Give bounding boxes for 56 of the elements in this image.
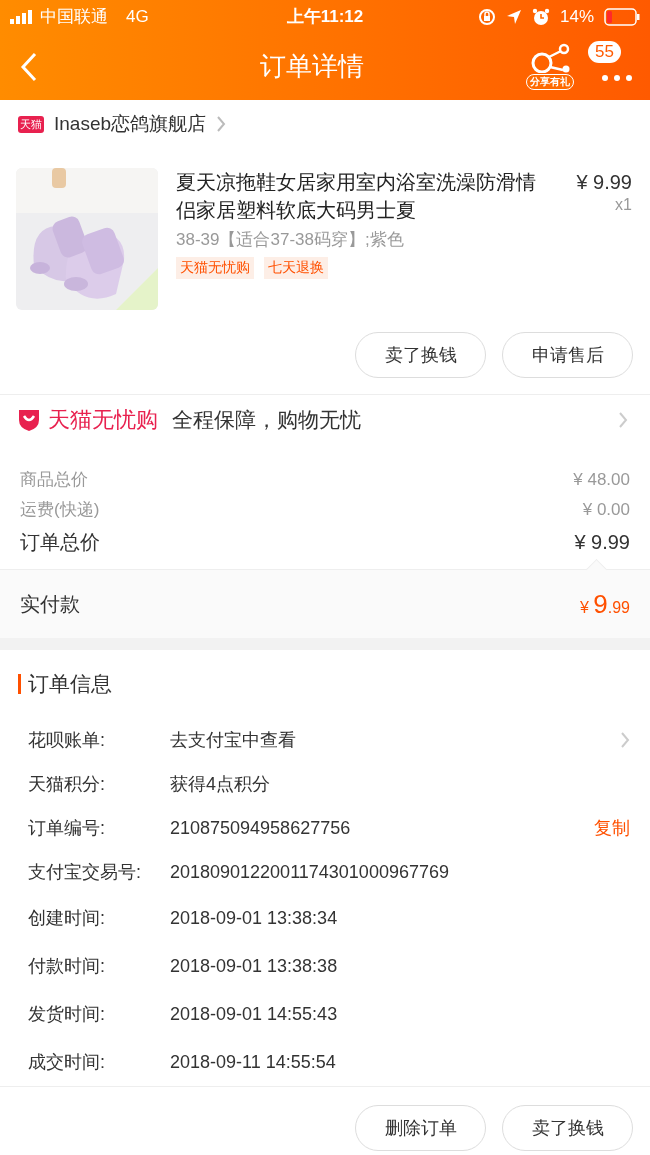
alarm-icon <box>531 7 550 26</box>
more-icon[interactable] <box>602 74 632 81</box>
paid-amount: ¥ 9.99 <box>579 588 630 620</box>
action-button[interactable]: 删除订单 <box>355 1105 486 1151</box>
shield-icon <box>18 408 40 432</box>
action-button[interactable]: 申请售后 <box>502 332 633 378</box>
service-tag: 天猫无忧购 <box>176 257 254 279</box>
info-value: 2018-09-01 13:38:34 <box>170 907 339 929</box>
action-button[interactable]: 卖了换钱 <box>502 1105 633 1151</box>
service-tag: 七天退换 <box>264 257 328 279</box>
page-title: 订单详情 <box>259 50 365 83</box>
chevron-right-icon <box>618 411 628 429</box>
price-label: 商品总价 <box>20 469 88 491</box>
battery-percent: 14% <box>559 6 594 27</box>
action-button[interactable]: 卖了换钱 <box>355 332 486 378</box>
clock-time: 上午11:12 <box>286 6 364 28</box>
paid-label: 实付款 <box>20 591 80 617</box>
info-value: 210875094958627756 <box>170 817 352 839</box>
info-value: 2018090122001174301000967769 <box>170 861 450 883</box>
product-variant: 38-39【适合37-38码穿】;紫色 <box>176 229 405 251</box>
info-label: 订单编号: <box>28 817 106 840</box>
signal-icon <box>10 9 34 24</box>
info-value[interactable]: 去支付宝中查看 <box>170 728 620 752</box>
tmall-logo: 天猫 <box>18 115 44 133</box>
info-label: 成交时间: <box>28 1051 106 1074</box>
back-icon[interactable] <box>20 51 38 82</box>
price-label: 订单总价 <box>20 530 100 555</box>
rotation-lock-icon <box>477 7 496 26</box>
guarantee-text[interactable]: 全程保障，购物无忧 <box>172 406 610 434</box>
info-value: 2018-09-11 14:55:54 <box>170 1051 337 1073</box>
location-arrow-icon <box>505 8 522 25</box>
price-value: ¥ 48.00 <box>573 469 630 491</box>
product-title[interactable]: 夏天凉拖鞋女居家用室内浴室洗澡防滑情侣家居塑料软底大码男士夏 <box>176 168 548 224</box>
price-value: ¥ 0.00 <box>582 499 630 521</box>
section-title: 订单信息 <box>18 674 112 694</box>
message-count-badge: 55 <box>588 40 621 63</box>
info-value: 获得4点积分 <box>170 773 271 796</box>
info-value: 2018-09-01 14:55:43 <box>170 1003 339 1025</box>
guarantee-brand: 天猫无忧购 <box>48 406 158 434</box>
carrier-name: 中国联通 <box>40 6 108 28</box>
info-value: 2018-09-01 13:38:38 <box>170 955 339 977</box>
info-label: 花呗账单: <box>28 729 106 752</box>
info-label: 支付宝交易号: <box>28 861 142 884</box>
chevron-right-icon <box>620 731 630 749</box>
price-value: ¥ 9.99 <box>574 530 630 555</box>
info-label: 创建时间: <box>28 907 106 930</box>
info-label: 天猫积分: <box>28 773 106 796</box>
item-price: ¥ 9.99 <box>576 170 632 195</box>
info-label: 付款时间: <box>28 955 106 978</box>
chevron-right-icon <box>216 115 227 133</box>
item-quantity: x1 <box>614 196 632 214</box>
price-label: 运费(快递) <box>20 499 100 521</box>
info-label: 发货时间: <box>28 1003 106 1026</box>
network-type: 4G <box>126 6 149 27</box>
shop-name[interactable]: Inaseb恋鸽旗舰店 <box>54 111 207 137</box>
battery-icon <box>604 7 640 26</box>
